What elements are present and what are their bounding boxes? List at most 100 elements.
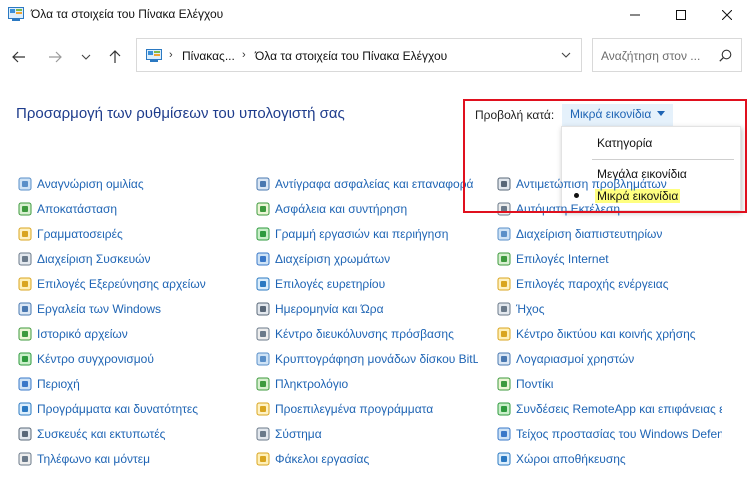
item-icon	[256, 277, 270, 291]
control-panel-item[interactable]: Τηλέφωνο και μόντεμ	[18, 450, 243, 468]
item-label: Διαχείριση διαπιστευτηρίων	[516, 227, 663, 241]
item-label: Επιλογές Εξερεύνησης αρχείων	[37, 277, 206, 291]
maximize-icon	[676, 10, 686, 20]
item-icon	[497, 327, 511, 341]
close-button[interactable]	[704, 0, 750, 30]
control-panel-item[interactable]: Πληκτρολόγιο	[256, 375, 478, 393]
control-panel-item[interactable]: Αυτόματη Εκτέλεση	[497, 200, 722, 218]
item-label: Ήχος	[516, 302, 545, 316]
item-label: Τηλέφωνο και μόντεμ	[37, 452, 151, 466]
menu-item-category[interactable]: Κατηγορία	[562, 132, 742, 154]
control-panel-item[interactable]: Τείχος προστασίας του Windows Defender	[497, 425, 722, 443]
control-panel-item[interactable]: Χώροι αποθήκευσης	[497, 450, 722, 468]
breadcrumb-all-items[interactable]: Όλα τα στοιχεία του Πίνακα Ελέγχου	[255, 49, 447, 63]
control-panel-item[interactable]: Αντίγραφα ασφαλείας και επαναφορά	[256, 175, 478, 193]
item-icon	[256, 252, 270, 266]
back-button[interactable]	[8, 46, 30, 68]
control-panel-item[interactable]: Κρυπτογράφηση μονάδων δίσκου BitLocker	[256, 350, 478, 368]
item-icon	[497, 227, 511, 241]
item-label: Ημερομηνία και Ώρα	[275, 302, 384, 316]
item-label: Διαχείριση Συσκευών	[37, 252, 151, 266]
item-label: Επιλογές ευρετηρίου	[275, 277, 386, 291]
view-by-menu: Κατηγορία Μεγάλα εικονίδια Μικρά εικονίδ…	[561, 126, 741, 211]
control-panel-item[interactable]: Διαχείριση διαπιστευτηρίων	[497, 225, 722, 243]
control-panel-item[interactable]: Σύστημα	[256, 425, 478, 443]
control-panel-item[interactable]: Επιλογές παροχής ενέργειας	[497, 275, 722, 293]
selected-bullet-icon	[574, 193, 579, 198]
item-label: Προεπιλεγμένα προγράμματα	[275, 402, 434, 416]
item-icon	[497, 452, 511, 466]
breadcrumb-control-panel[interactable]: Πίνακας...	[182, 49, 235, 63]
item-icon	[256, 352, 270, 366]
item-icon	[497, 377, 511, 391]
control-panel-item[interactable]: Επιλογές Internet	[497, 250, 722, 268]
control-panel-item[interactable]: Περιοχή	[18, 375, 243, 393]
item-icon	[18, 352, 32, 366]
item-icon	[256, 377, 270, 391]
item-icon	[18, 452, 32, 466]
item-icon	[256, 302, 270, 316]
item-label: Γραμμή εργασιών και περιήγηση	[275, 227, 449, 241]
item-icon	[256, 227, 270, 241]
arrow-left-icon	[12, 51, 25, 63]
control-panel-item[interactable]: Φάκελοι εργασίας	[256, 450, 478, 468]
item-label: Εργαλεία των Windows	[37, 302, 162, 316]
control-panel-item[interactable]: Ασφάλεια και συντήρηση	[256, 200, 478, 218]
control-panel-item[interactable]: Ήχος	[497, 300, 722, 318]
control-panel-item[interactable]: Επιλογές ευρετηρίου	[256, 275, 478, 293]
forward-button[interactable]	[44, 46, 66, 68]
item-label: Συνδέσεις RemoteApp και επιφάνειας εργασ…	[516, 402, 722, 416]
control-panel-item[interactable]: Αναγνώριση ομιλίας	[18, 175, 243, 193]
recent-locations-button[interactable]	[75, 46, 97, 68]
control-panel-item[interactable]: Διαχείριση χρωμάτων	[256, 250, 478, 268]
item-icon	[256, 177, 270, 191]
item-label: Πληκτρολόγιο	[275, 377, 349, 391]
item-label: Λογαριασμοί χρηστών	[516, 352, 635, 366]
view-by-dropdown[interactable]: Μικρά εικονίδια	[562, 104, 674, 126]
item-label: Χώροι αποθήκευσης	[516, 452, 626, 466]
minimize-button[interactable]	[612, 0, 658, 30]
item-icon	[497, 177, 511, 191]
control-panel-item[interactable]: Προεπιλεγμένα προγράμματα	[256, 400, 478, 418]
control-panel-item[interactable]: Ποντίκι	[497, 375, 722, 393]
chevron-down-icon[interactable]	[561, 49, 571, 61]
control-panel-item[interactable]: Εργαλεία των Windows	[18, 300, 243, 318]
chevron-right-icon: ›	[242, 49, 246, 61]
item-icon	[18, 177, 32, 191]
item-label: Αναγνώριση ομιλίας	[37, 177, 144, 191]
control-panel-item[interactable]: Συσκευές και εκτυπωτές	[18, 425, 243, 443]
up-button[interactable]	[104, 46, 126, 68]
item-label: Κέντρο συγχρονισμού	[37, 352, 154, 366]
control-panel-item[interactable]: Ιστορικό αρχείων	[18, 325, 243, 343]
control-panel-icon	[8, 7, 24, 21]
close-icon	[722, 10, 732, 20]
address-bar[interactable]: › Πίνακας... › Όλα τα στοιχεία του Πίνακ…	[136, 38, 582, 72]
control-panel-item[interactable]: Κέντρο δικτύου και κοινής χρήσης	[497, 325, 722, 343]
search-box[interactable]: Αναζήτηση στον ...	[592, 38, 742, 72]
arrow-right-icon	[49, 51, 62, 63]
control-panel-item[interactable]: Λογαριασμοί χρηστών	[497, 350, 722, 368]
control-panel-item[interactable]: Γραμματοσειρές	[18, 225, 243, 243]
item-label: Επιλογές Internet	[516, 252, 609, 266]
control-panel-item[interactable]: Προγράμματα και δυνατότητες	[18, 400, 243, 418]
item-icon	[18, 377, 32, 391]
control-panel-item[interactable]: Διαχείριση Συσκευών	[18, 250, 243, 268]
item-label: Αντίγραφα ασφαλείας και επαναφορά	[275, 177, 474, 191]
control-panel-item[interactable]: Αντιμετώπιση προβλημάτων	[497, 175, 722, 193]
item-icon	[18, 252, 32, 266]
item-label: Αυτόματη Εκτέλεση	[516, 202, 621, 216]
item-icon	[497, 252, 511, 266]
control-panel-item[interactable]: Κέντρο διευκόλυνσης πρόσβασης	[256, 325, 478, 343]
minimize-icon	[630, 14, 640, 16]
control-panel-item[interactable]: Ημερομηνία και Ώρα	[256, 300, 478, 318]
item-icon	[256, 427, 270, 441]
item-icon	[497, 402, 511, 416]
chevron-down-icon	[81, 54, 91, 60]
control-panel-item[interactable]: Επιλογές Εξερεύνησης αρχείων	[18, 275, 243, 293]
control-panel-item[interactable]: Αποκατάσταση	[18, 200, 243, 218]
control-panel-item[interactable]: Γραμμή εργασιών και περιήγηση	[256, 225, 478, 243]
control-panel-item[interactable]: Κέντρο συγχρονισμού	[18, 350, 243, 368]
maximize-button[interactable]	[658, 0, 704, 30]
control-panel-item[interactable]: Συνδέσεις RemoteApp και επιφάνειας εργασ…	[497, 400, 722, 418]
title-bar: Όλα τα στοιχεία του Πίνακα Ελέγχου	[0, 0, 750, 30]
